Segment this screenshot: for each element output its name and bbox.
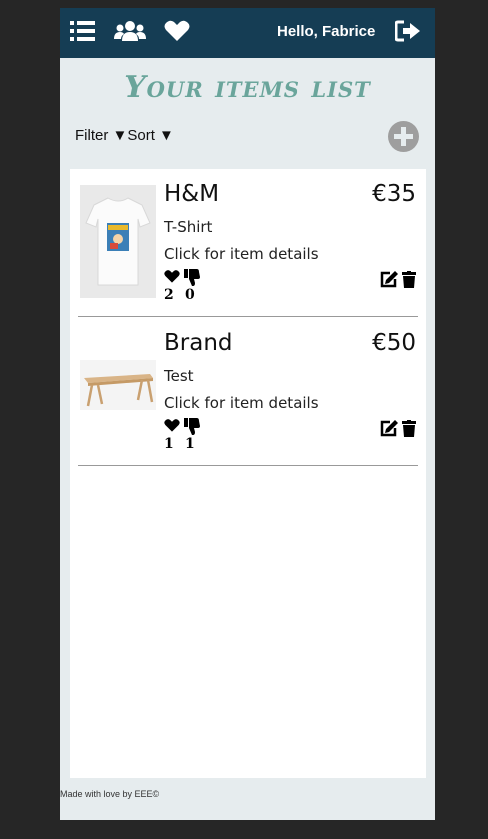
item-divider bbox=[78, 465, 418, 466]
dislike-count: 0 bbox=[185, 287, 195, 303]
app-container: Hello, Fabrice Your items list Filter ▼S… bbox=[60, 8, 435, 820]
like-heart-icon[interactable] bbox=[164, 269, 180, 288]
edit-icon[interactable] bbox=[380, 420, 398, 441]
item-brand: Brand bbox=[164, 330, 233, 356]
page-title: Your items list bbox=[124, 70, 371, 105]
like-count: 1 bbox=[164, 436, 174, 452]
like-count: 2 bbox=[164, 287, 174, 303]
trash-icon[interactable] bbox=[402, 420, 416, 441]
like-heart-icon[interactable] bbox=[164, 418, 180, 437]
navbar: Hello, Fabrice bbox=[60, 8, 435, 58]
list-controls: Filter ▼Sort ▼ bbox=[75, 127, 174, 144]
greeting-text: Hello, Fabrice bbox=[277, 23, 376, 40]
edit-icon[interactable] bbox=[380, 271, 398, 292]
users-icon[interactable] bbox=[114, 20, 146, 46]
white-tshirt-photo[interactable] bbox=[80, 185, 156, 298]
list-icon[interactable] bbox=[70, 20, 95, 46]
sign-out-icon[interactable] bbox=[394, 20, 421, 46]
item-divider bbox=[78, 316, 418, 317]
list-item: Brand €50 Test Click for item details 1 … bbox=[78, 318, 418, 466]
wooden-table-photo[interactable] bbox=[80, 360, 156, 410]
item-category: Test bbox=[164, 367, 194, 385]
items-list: H&M €35 T-Shirt Click for item details 2… bbox=[70, 169, 426, 778]
dislike-count: 1 bbox=[185, 436, 195, 452]
trash-icon[interactable] bbox=[402, 271, 416, 292]
footer-text: Made with love by EEE© bbox=[60, 789, 160, 799]
sort-dropdown[interactable]: Sort ▼ bbox=[127, 127, 174, 144]
heart-icon[interactable] bbox=[164, 20, 190, 46]
item-category: T-Shirt bbox=[164, 218, 213, 236]
plus-circle-icon[interactable] bbox=[388, 121, 419, 152]
item-brand: H&M bbox=[164, 181, 220, 207]
item-details-link[interactable]: Click for item details bbox=[164, 394, 319, 412]
list-item: H&M €35 T-Shirt Click for item details 2… bbox=[78, 169, 418, 317]
filter-dropdown[interactable]: Filter ▼ bbox=[75, 127, 127, 144]
item-details-link[interactable]: Click for item details bbox=[164, 245, 319, 263]
item-price: €50 bbox=[372, 330, 416, 356]
item-price: €35 bbox=[372, 181, 416, 207]
